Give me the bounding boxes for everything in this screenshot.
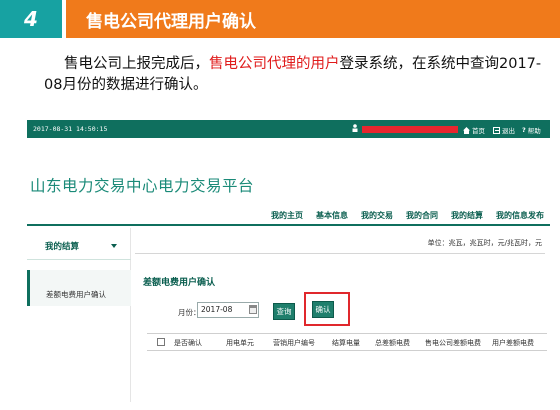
content-divider [135, 253, 545, 254]
table-header: 是否确认 用电单元 营销用户编号 结算电量 总差额电费 售电公司差额电费 用户差… [147, 333, 547, 351]
user-icon [352, 124, 358, 132]
section-title: 差额电费用户确认 [143, 278, 216, 288]
col-customer-id: 营销用户编号 [273, 339, 315, 347]
unit-note: 单位：兆瓦，兆瓦时，元/兆瓦时，元 [427, 239, 542, 247]
sidebar-heading-label: 我的结算 [45, 242, 80, 252]
help-icon: ? [522, 126, 526, 134]
col-confirmed: 是否确认 [174, 339, 202, 347]
sidebar: 我的结算 差额电费用户确认 [27, 228, 131, 402]
logout-icon [493, 126, 500, 134]
calendar-icon[interactable] [249, 305, 257, 314]
home-link-label: 首页 [472, 127, 485, 135]
nav-item-home[interactable]: 我的主页 [271, 210, 303, 221]
description-part1: 售电公司上报完成后， [64, 56, 209, 72]
home-link[interactable]: 首页 [463, 125, 485, 135]
logout-link[interactable]: 退出 [493, 125, 515, 135]
sidebar-item-balance-confirm[interactable]: 差额电费用户确认 [27, 270, 131, 306]
slide-title: 售电公司代理用户确认 [66, 0, 560, 38]
col-settled-energy: 结算电量 [332, 339, 360, 347]
select-all-checkbox[interactable] [157, 338, 165, 346]
help-link[interactable]: ? 帮助 [522, 125, 541, 135]
slide-header: 4 售电公司代理用户确认 [0, 0, 560, 38]
main-nav: 我的主页 基本信息 我的交易 我的合同 我的结算 我的信息发布 [271, 210, 544, 221]
logout-link-label: 退出 [502, 127, 515, 135]
datetime: 2017-08-31 14:50:15 [33, 125, 108, 133]
nav-item-info-publish[interactable]: 我的信息发布 [496, 210, 544, 221]
chevron-down-icon [111, 244, 117, 248]
nav-item-basic-info[interactable]: 基本信息 [316, 210, 348, 221]
trading-platform-screen: 2017-08-31 14:50:15 首页 退出 ? 帮助 山东电力交易中心电… [27, 120, 550, 402]
help-link-label: 帮助 [527, 127, 541, 135]
nav-item-contracts[interactable]: 我的合同 [406, 210, 438, 221]
redacted-username [362, 126, 458, 133]
nav-divider [27, 224, 550, 226]
confirm-button[interactable]: 确认 [312, 301, 334, 318]
top-status-bar: 2017-08-31 14:50:15 首页 退出 ? 帮助 [27, 120, 550, 138]
col-user-balance: 用户差额电费 [492, 339, 534, 347]
sidebar-heading[interactable]: 我的结算 [27, 236, 131, 260]
platform-title: 山东电力交易中心电力交易平台 [30, 177, 255, 195]
query-button[interactable]: 查询 [273, 303, 295, 320]
home-icon [463, 126, 470, 134]
description-highlight: 售电公司代理的用户 [209, 56, 340, 72]
col-company-balance: 售电公司差额电费 [425, 339, 481, 347]
col-power-unit: 用电单元 [226, 339, 254, 347]
nav-item-trading[interactable]: 我的交易 [361, 210, 393, 221]
slide-description: 售电公司上报完成后，售电公司代理的用户登录系统，在系统中查询2017-08月份的… [44, 54, 544, 96]
col-total-balance: 总差额电费 [375, 339, 410, 347]
step-number: 4 [0, 0, 62, 38]
nav-item-settlement[interactable]: 我的结算 [451, 210, 483, 221]
